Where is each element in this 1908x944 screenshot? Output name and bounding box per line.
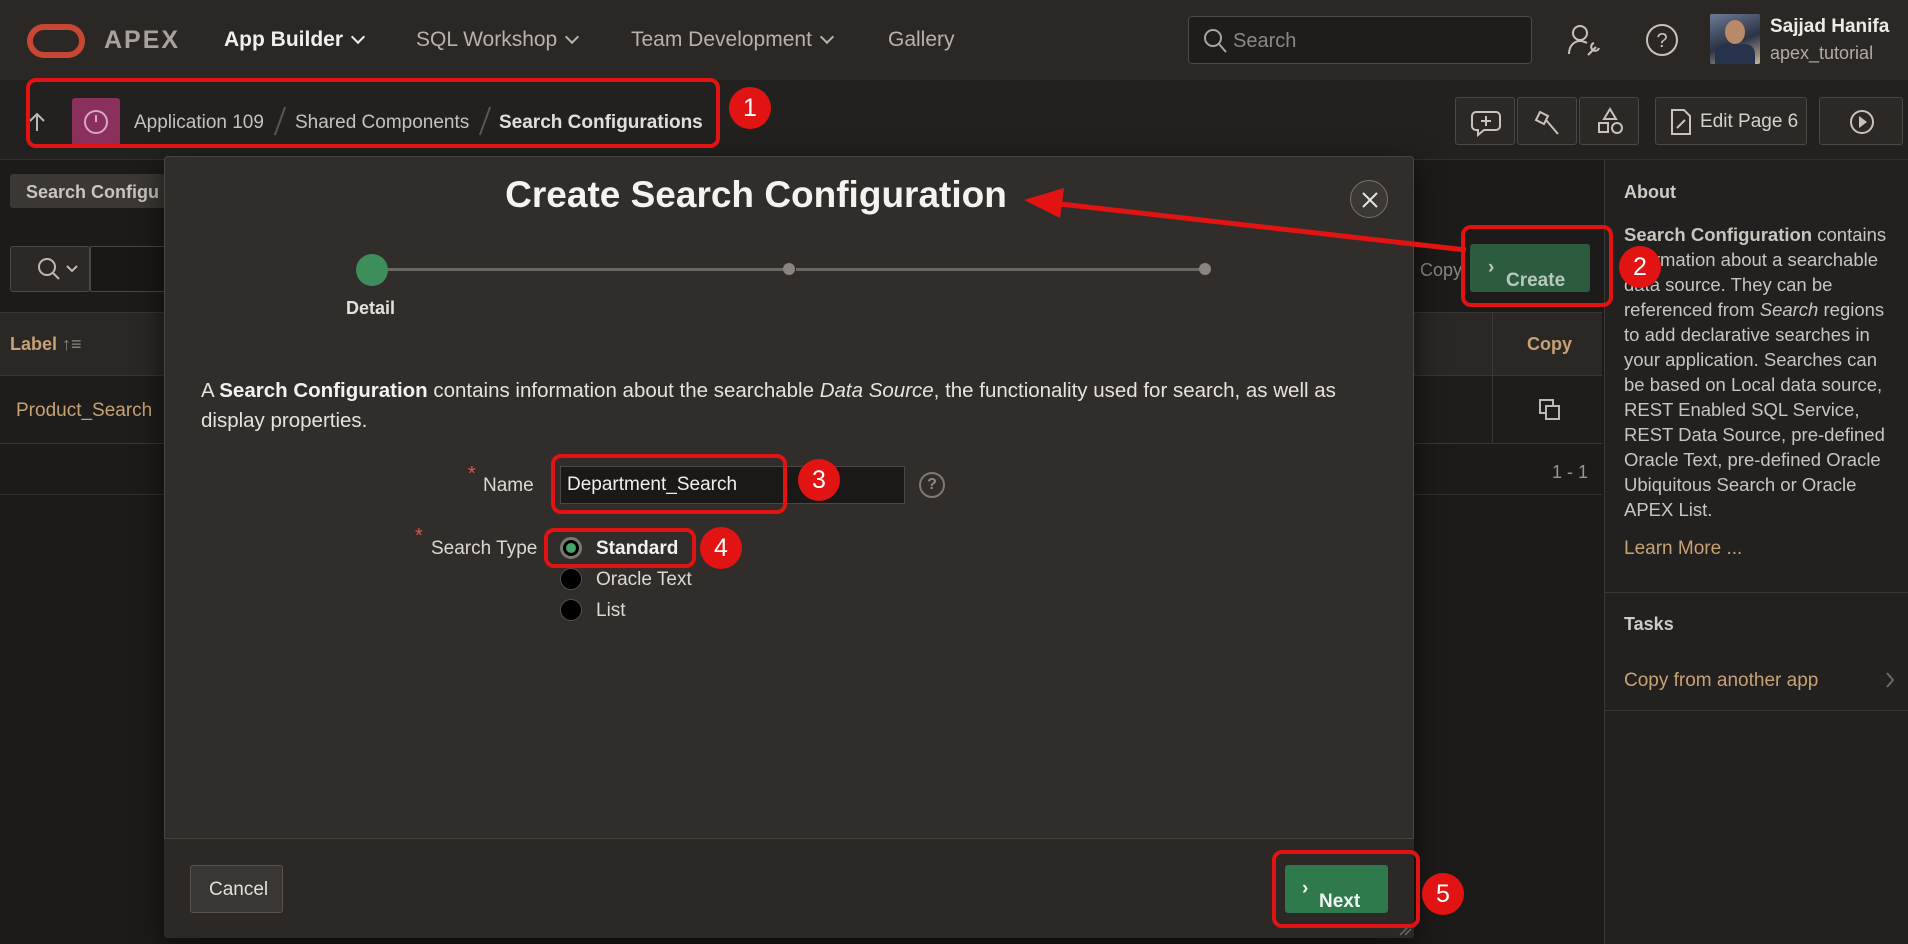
radio-oracle-text-label[interactable]: Oracle Text xyxy=(596,569,692,591)
cancel-button[interactable]: Cancel xyxy=(190,865,283,913)
wizard-step xyxy=(1199,263,1211,275)
tasks-heading: Tasks xyxy=(1624,614,1674,634)
nav-sql-workshop[interactable]: SQL Workshop xyxy=(416,28,580,52)
shapes-icon xyxy=(1598,107,1623,134)
nav-gallery[interactable]: Gallery xyxy=(888,28,955,52)
edit-page-button[interactable]: Edit Page 6 xyxy=(1655,97,1807,145)
sort-ascending-icon: ↑≡ xyxy=(62,334,82,354)
edit-page-label: Edit Page 6 xyxy=(1700,111,1799,132)
user-workspace: apex_tutorial xyxy=(1770,43,1874,63)
global-search-input[interactable]: Search xyxy=(1188,16,1532,64)
cancel-button-label: Cancel xyxy=(209,879,269,900)
annotation-box-2 xyxy=(1461,225,1613,307)
administration-icon[interactable] xyxy=(1566,22,1602,58)
divider xyxy=(1604,710,1908,711)
nav-gallery-label: Gallery xyxy=(888,28,955,51)
help-icon[interactable]: ? xyxy=(919,472,945,498)
apex-brand[interactable]: APEX xyxy=(104,26,180,55)
close-button[interactable] xyxy=(1350,180,1388,218)
annotation-box-3 xyxy=(551,454,787,514)
nav-team-development[interactable]: Team Development xyxy=(631,28,834,52)
copy-button[interactable]: Copy xyxy=(1420,260,1462,281)
annotation-number-5: 5 xyxy=(1422,873,1464,915)
shared-components-button[interactable] xyxy=(1579,97,1639,145)
close-icon xyxy=(1362,192,1378,208)
add-comment-button[interactable] xyxy=(1455,97,1515,145)
wizard-step-current xyxy=(356,254,388,286)
search-type-label: Search Type xyxy=(431,538,538,559)
avatar-head xyxy=(1725,20,1745,44)
annotation-box-1 xyxy=(26,78,720,148)
region-tab-search-configurations[interactable]: Search Configu xyxy=(10,174,170,208)
wizard-step-label: Detail xyxy=(346,298,396,318)
dialog-footer xyxy=(164,838,1414,938)
copy-icon[interactable] xyxy=(1538,398,1562,422)
copy-cell xyxy=(1492,376,1602,444)
about-text-bold: Search Configuration xyxy=(1624,224,1813,245)
run-page-button[interactable] xyxy=(1819,97,1903,145)
chevron-down-icon xyxy=(350,29,366,45)
intro-italic: Data Source xyxy=(819,379,934,402)
region-tab-label: Search Configu xyxy=(26,182,160,202)
play-icon xyxy=(1850,110,1874,134)
annotation-number-1: 1 xyxy=(729,87,771,129)
required-indicator: * xyxy=(468,463,476,485)
pagination-text: 1 - 1 xyxy=(1552,462,1589,482)
user-name[interactable]: Sajjad Hanifa xyxy=(1770,16,1889,38)
dialog-title: Create Search Configuration xyxy=(505,174,1007,215)
radio-oracle-text[interactable] xyxy=(560,568,582,590)
help-icon[interactable]: ? xyxy=(1644,22,1680,58)
svg-text:?: ? xyxy=(1656,30,1667,52)
dialog-intro-text: A Search Configuration contains informat… xyxy=(201,376,1371,436)
comment-add-icon xyxy=(1471,111,1501,138)
column-header-copy-text: Copy xyxy=(1527,334,1572,354)
user-avatar[interactable] xyxy=(1710,14,1760,64)
task-copy-from-another-app[interactable]: Copy from another app xyxy=(1624,670,1818,692)
required-indicator: * xyxy=(415,525,423,547)
wizard-step xyxy=(783,263,795,275)
column-header-label[interactable]: Label ↑≡ xyxy=(10,334,82,355)
annotation-number-2: 2 xyxy=(1619,246,1661,288)
intro-prefix: A xyxy=(201,379,220,402)
annotation-number-3: 3 xyxy=(798,459,840,501)
search-icon xyxy=(1204,29,1227,53)
learn-more-link[interactable]: Learn More ... xyxy=(1624,538,1742,560)
chevron-down-icon xyxy=(819,29,834,45)
about-text: Search Configuration contains informatio… xyxy=(1624,222,1894,522)
bug-report-button[interactable] xyxy=(1517,97,1577,145)
nav-app-builder[interactable]: App Builder xyxy=(224,28,366,52)
annotation-box-4 xyxy=(544,528,696,568)
column-header-label-text: Label xyxy=(10,334,58,354)
divider xyxy=(1604,592,1908,593)
grid-search-column-button[interactable] xyxy=(10,246,90,292)
about-heading: About xyxy=(1624,182,1676,202)
avatar-body xyxy=(1715,44,1755,64)
nav-team-development-label: Team Development xyxy=(631,28,812,51)
name-label: Name xyxy=(483,475,534,496)
intro-middle: contains information about the searchabl… xyxy=(427,379,820,402)
annotation-number-4: 4 xyxy=(700,527,742,569)
about-text-italic: Search xyxy=(1759,299,1819,320)
page-edit-icon xyxy=(1671,109,1691,135)
oracle-logo-icon[interactable] xyxy=(27,24,85,58)
chevron-right-icon xyxy=(1886,672,1895,688)
nav-sql-workshop-label: SQL Workshop xyxy=(416,28,558,51)
wizard-progress-line xyxy=(388,268,790,271)
intro-bold: Search Configuration xyxy=(219,379,428,402)
row-label-link[interactable]: Product_Search xyxy=(16,400,152,422)
search-placeholder: Search xyxy=(1233,30,1297,52)
wizard-progress-line xyxy=(796,268,1201,271)
annotation-box-5 xyxy=(1272,850,1420,928)
nav-app-builder-label: App Builder xyxy=(224,28,343,51)
search-icon xyxy=(38,258,78,280)
column-header-copy[interactable]: Copy xyxy=(1492,312,1602,376)
radio-list-label[interactable]: List xyxy=(596,600,626,622)
about-text-part-2: regions to add declarative searches in y… xyxy=(1624,299,1885,520)
radio-list[interactable] xyxy=(560,599,582,621)
chevron-down-icon xyxy=(565,29,580,45)
flashlight-icon xyxy=(1534,110,1559,135)
